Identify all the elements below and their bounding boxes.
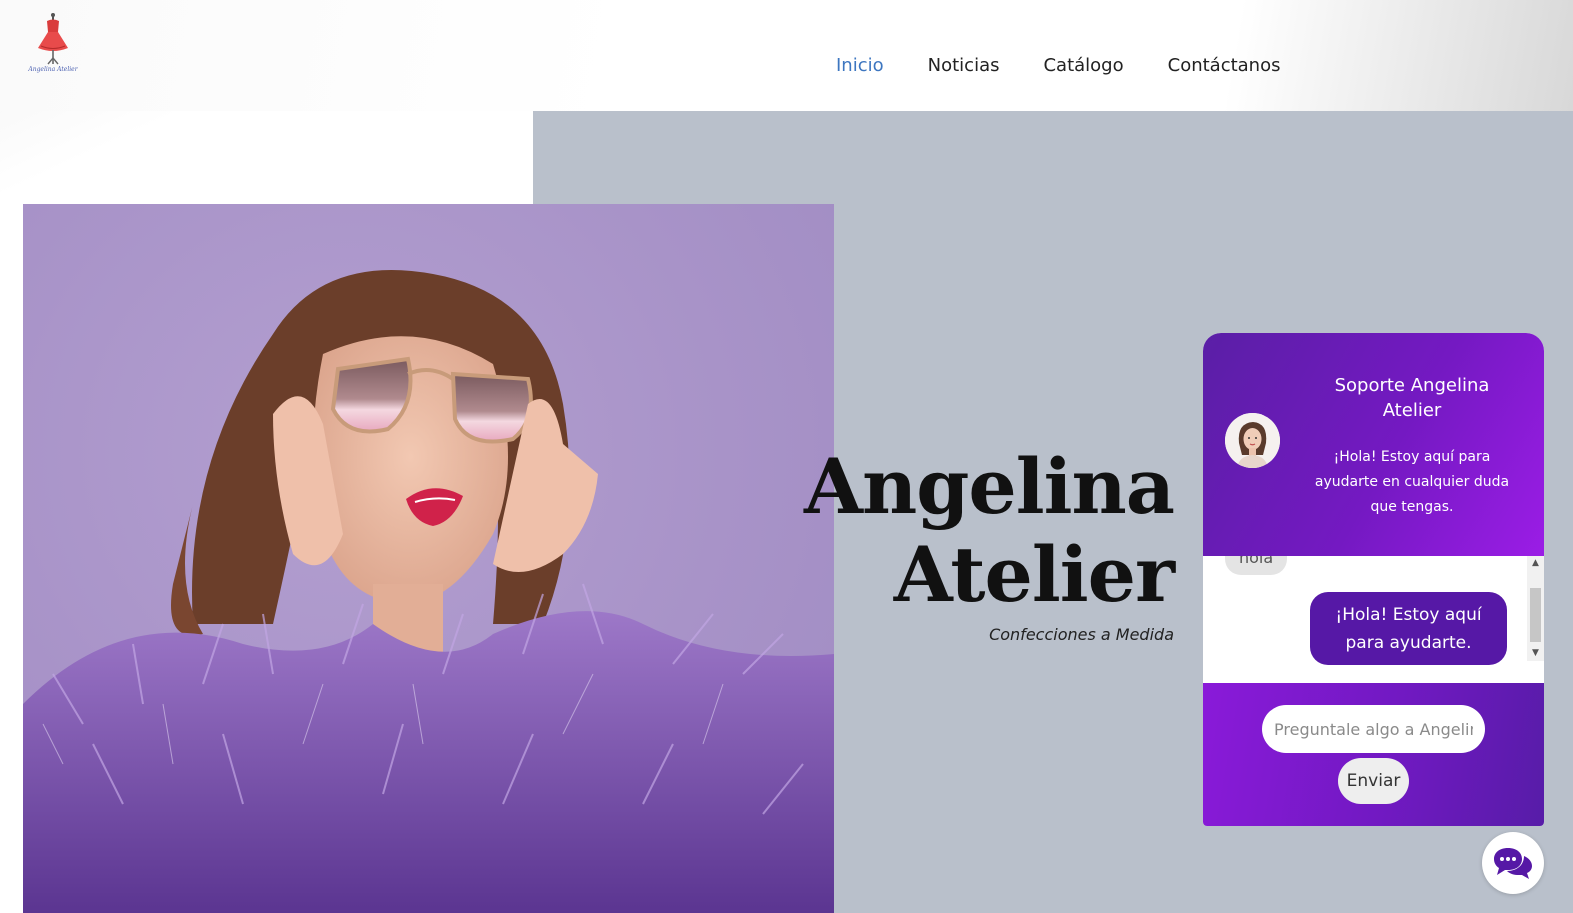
chat-bubbles-icon <box>1494 848 1532 879</box>
nav-inicio[interactable]: Inicio <box>836 55 884 76</box>
user-message: hola <box>1225 556 1288 575</box>
brand-subtitle: Confecciones a Medida <box>989 625 1174 644</box>
logo-text: Angelina Atelier <box>28 66 78 73</box>
chat-launcher-button[interactable] <box>1482 832 1544 894</box>
avatar-portrait-icon <box>1225 413 1280 468</box>
send-button[interactable]: Enviar <box>1338 758 1409 804</box>
chat-greeting: ¡Hola! Estoy aquí para ayudarte en cualq… <box>1314 449 1510 515</box>
bot-message: ¡Hola! Estoy aquí para ayudarte. <box>1310 592 1507 665</box>
support-avatar <box>1225 413 1280 468</box>
nav-noticias[interactable]: Noticias <box>928 55 1000 76</box>
hero-image <box>23 204 834 913</box>
brand-block: Angelina Atelier Confecciones a Medida <box>804 442 1175 645</box>
logo[interactable]: Angelina Atelier <box>26 12 80 78</box>
chat-widget: Soporte Angelina Atelier ¡Hola! Estoy aq… <box>1203 333 1544 826</box>
main-nav: Inicio Noticias Catálogo Contáctanos <box>836 55 1281 76</box>
chat-messages[interactable]: hola ¡Hola! Estoy aquí para ayudarte. ▲ … <box>1203 556 1544 683</box>
chat-title: Soporte Angelina Atelier <box>1334 375 1490 421</box>
chat-header: Soporte Angelina Atelier ¡Hola! Estoy aq… <box>1203 333 1544 556</box>
brand-title-line2: Atelier <box>893 530 1175 619</box>
brand-title-line1: Angelina <box>804 442 1175 531</box>
top-navbar: Angelina Atelier Inicio Noticias Catálog… <box>0 0 1573 111</box>
chat-scrollbar[interactable]: ▲ ▼ <box>1527 556 1544 661</box>
model-illustration <box>23 270 834 913</box>
scroll-down-icon[interactable]: ▼ <box>1527 646 1544 660</box>
chat-footer: Enviar <box>1203 683 1544 826</box>
nav-contactanos[interactable]: Contáctanos <box>1168 55 1281 76</box>
scroll-thumb[interactable] <box>1530 588 1541 642</box>
scroll-up-icon[interactable]: ▲ <box>1527 556 1544 570</box>
chat-input[interactable] <box>1262 705 1485 753</box>
dress-logo-icon <box>38 13 68 65</box>
nav-catalogo[interactable]: Catálogo <box>1043 55 1123 76</box>
